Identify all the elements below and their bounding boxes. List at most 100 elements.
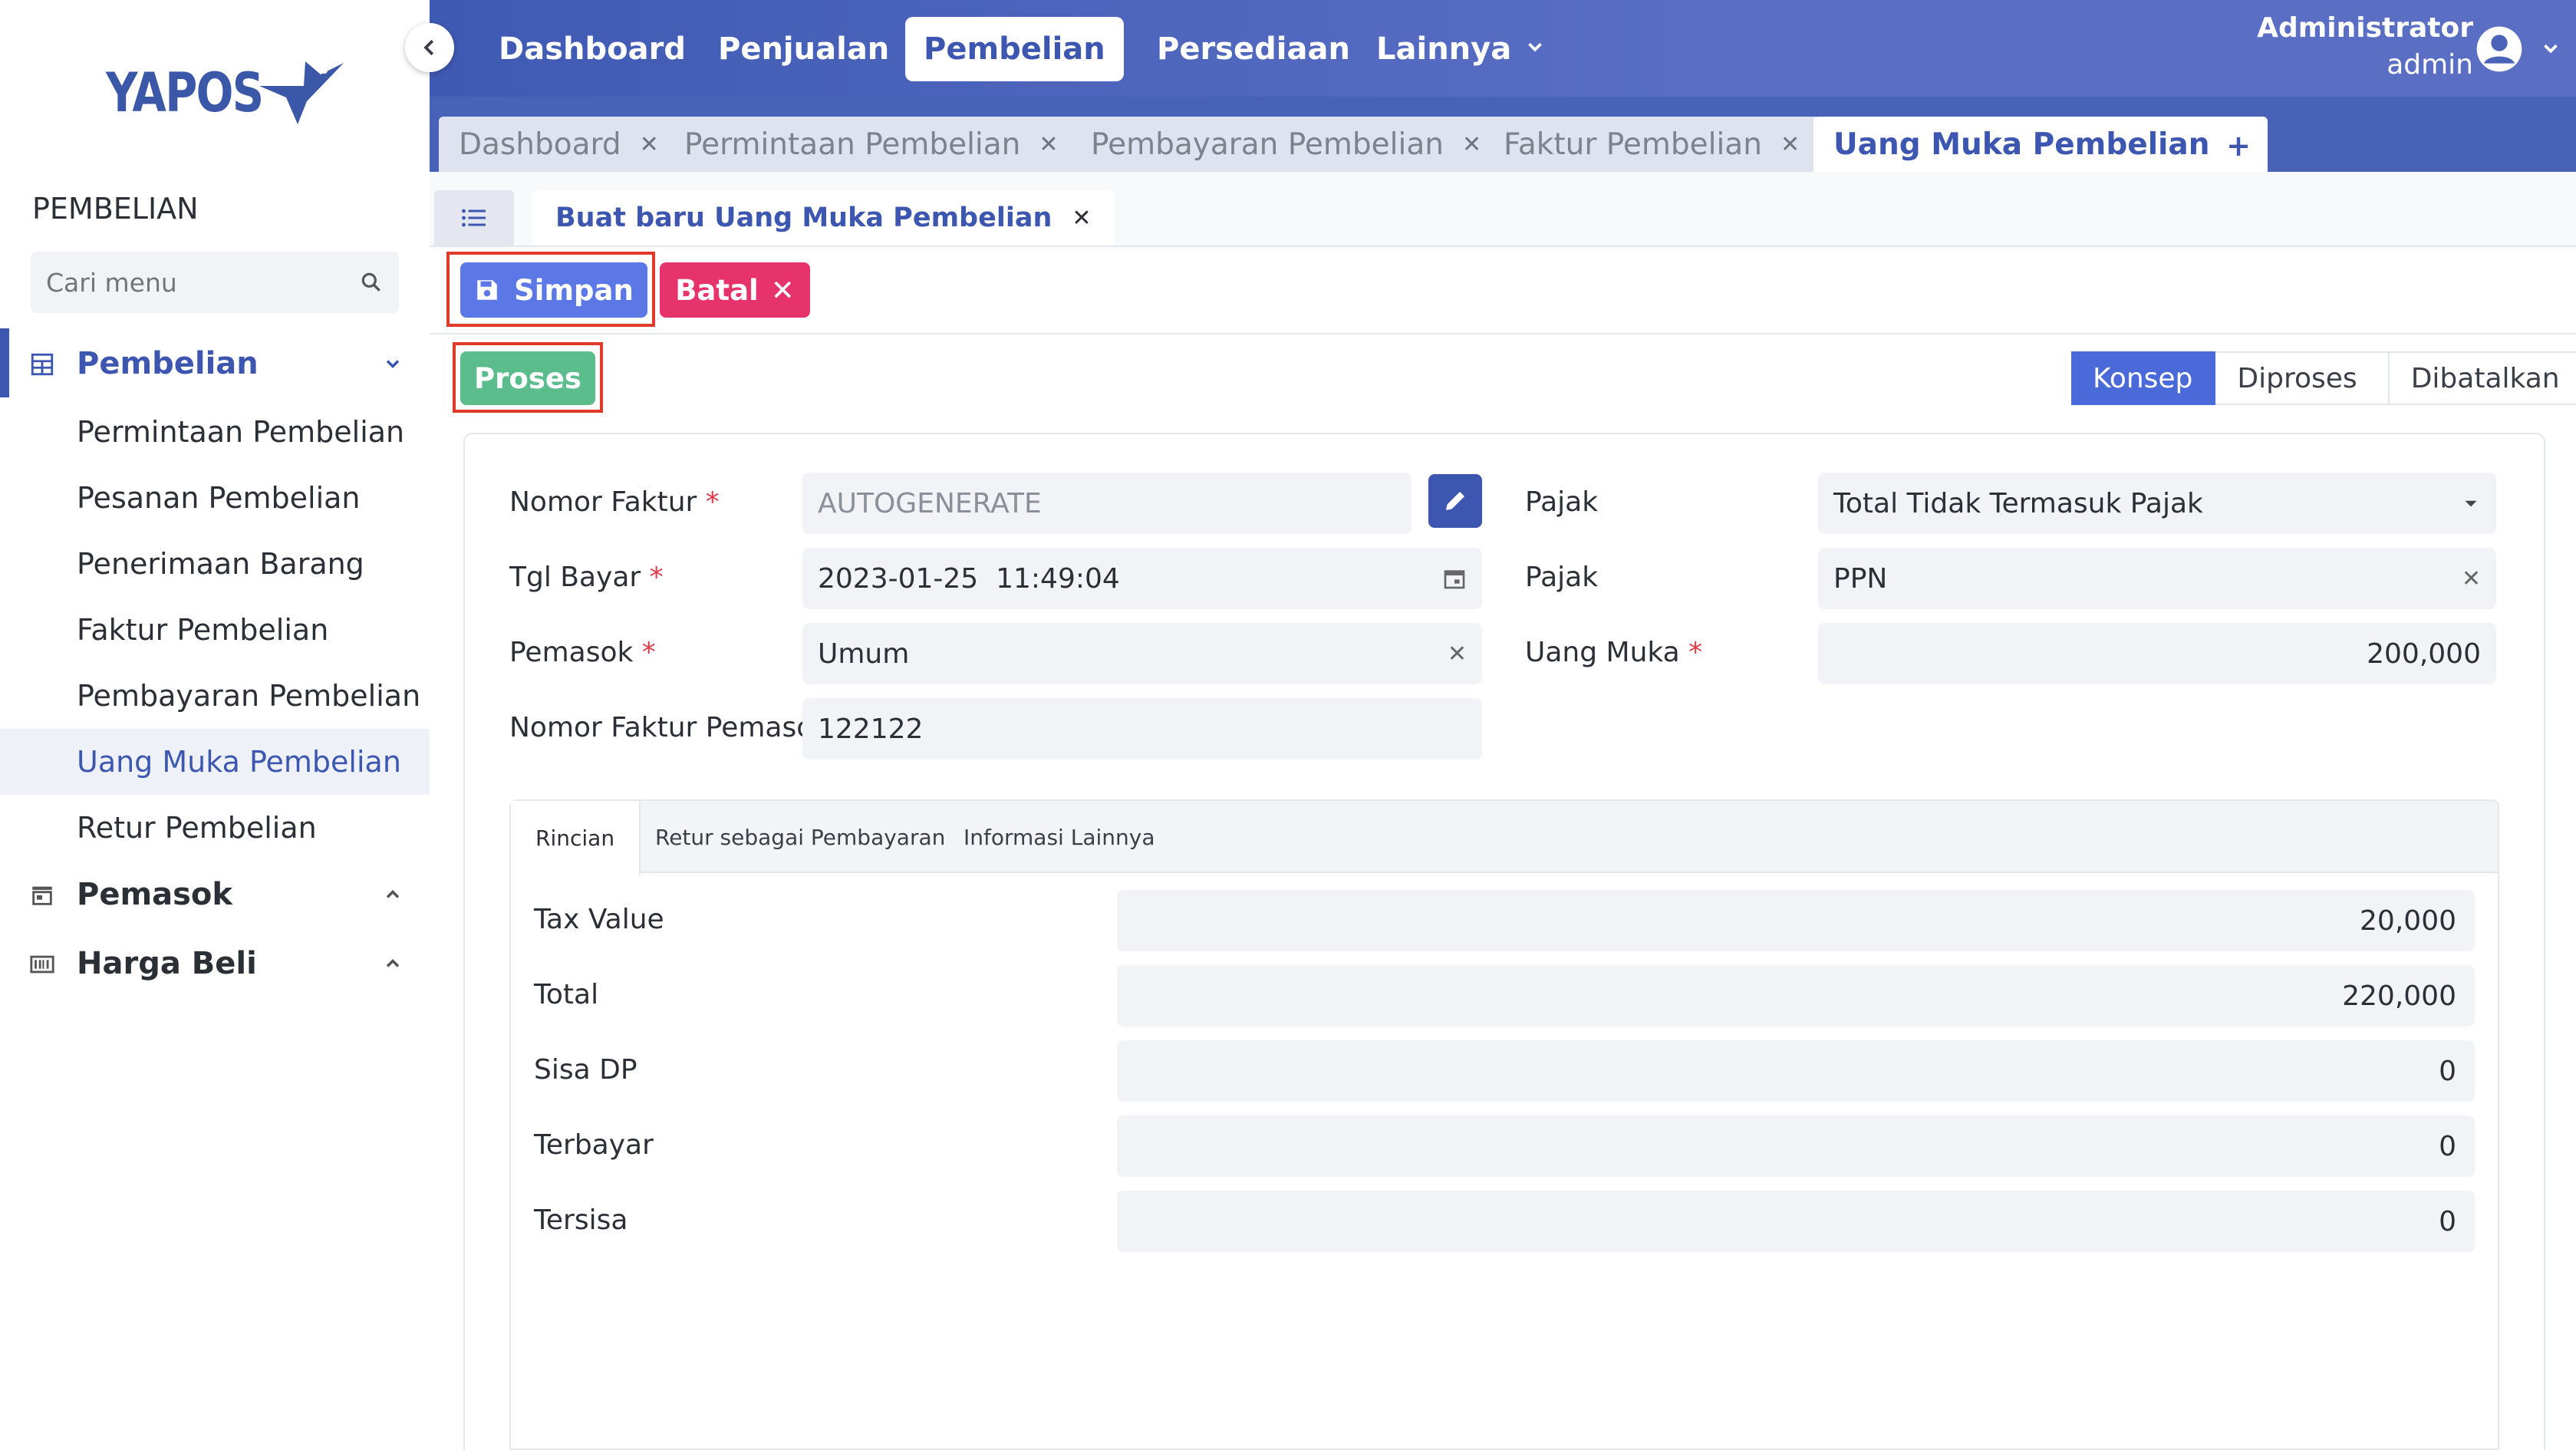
pencil-icon: [1446, 492, 1464, 510]
tab-rincian[interactable]: Rincian: [511, 801, 641, 875]
uang-muka-value: 200,000: [2367, 638, 2481, 670]
menu-search-input[interactable]: [46, 267, 338, 298]
tab-permintaan-pembelian[interactable]: Permintaan Pembelian ✕: [664, 117, 1079, 172]
terbayar-label: Terbayar: [534, 1129, 654, 1161]
tab-retur-sebagai-pembayaran[interactable]: Retur sebagai Pembayaran: [655, 801, 945, 873]
sisa-dp-value: 0: [2439, 1055, 2456, 1087]
list-icon: [462, 209, 486, 227]
close-icon[interactable]: ✕: [1780, 131, 1800, 158]
clear-icon[interactable]: ✕: [1448, 641, 1467, 667]
total-label: Total: [534, 979, 599, 1010]
pajak-label: Pajak: [1525, 562, 1599, 593]
tax-value-field[interactable]: 20,000: [1117, 890, 2475, 951]
topnav-dashboard[interactable]: Dashboard: [480, 17, 704, 81]
edit-nomor-button[interactable]: [1428, 474, 1482, 528]
tgl-bayar-value: 2023-01-25 11:49:04: [818, 562, 1120, 595]
chevron-down-icon[interactable]: [2539, 37, 2562, 60]
tab-uang-muka-pembelian[interactable]: Uang Muka Pembelian✕: [1813, 117, 2268, 172]
new-document-tab[interactable]: Buat baru Uang Muka Pembelian ✕: [532, 190, 1115, 246]
search-icon[interactable]: [359, 270, 384, 295]
sisa-dp-label: Sisa DP: [534, 1054, 637, 1086]
user-avatar-icon[interactable]: [2475, 25, 2524, 74]
sidebar-item-uang-muka-pembelian[interactable]: Uang Muka Pembelian: [0, 729, 430, 795]
tab-informasi-lainnya[interactable]: Informasi Lainnya: [964, 801, 1155, 873]
close-icon[interactable]: ✕: [1462, 131, 1481, 158]
sisa-dp-field[interactable]: 0: [1117, 1040, 2475, 1102]
chevron-down-icon: [386, 360, 400, 368]
process-button[interactable]: Proses: [460, 351, 595, 405]
nomor-faktur-pemasok-field[interactable]: 122122: [802, 698, 1482, 760]
sidebar-collapse-button[interactable]: [405, 23, 454, 72]
chevron-left-icon: [423, 39, 434, 56]
doc-tab-label: Buat baru Uang Muka Pembelian: [555, 203, 1052, 233]
chevron-up-icon: [386, 890, 400, 898]
chevron-up-icon: [386, 959, 400, 967]
user-name[interactable]: Administrator: [2257, 12, 2473, 44]
label-text: Tgl Bayar: [509, 562, 641, 593]
total-value: 220,000: [2342, 980, 2456, 1012]
sidebar-item-permintaan-pembelian[interactable]: Permintaan Pembelian: [0, 399, 430, 465]
close-icon[interactable]: ✕: [1039, 131, 1058, 158]
close-icon: ✕: [770, 273, 795, 307]
close-icon[interactable]: ✕: [640, 131, 659, 158]
sidebar-item-retur-pembelian[interactable]: Retur Pembelian: [0, 795, 430, 861]
tax-value-label: Tax Value: [534, 904, 664, 935]
tgl-bayar-field[interactable]: 2023-01-25 11:49:04: [802, 548, 1482, 609]
nomor-faktur-label: Nomor Faktur *: [509, 486, 720, 518]
save-button[interactable]: Simpan: [460, 262, 647, 318]
topnav-penjualan[interactable]: Penjualan: [700, 17, 908, 81]
sidebar-item-pembayaran-pembelian[interactable]: Pembayaran Pembelian: [0, 663, 430, 729]
sidebar: YAPOS PEMBELIAN Pembelian Permintaan Pem…: [0, 0, 430, 1450]
topnav-lainnya[interactable]: Lainnya: [1358, 17, 1530, 81]
calendar-icon[interactable]: [1442, 566, 1467, 591]
pajak-field[interactable]: PPN ✕: [1818, 548, 2496, 609]
sidebar-item-faktur-pembelian[interactable]: Faktur Pembelian: [0, 597, 430, 663]
total-field[interactable]: 220,000: [1117, 965, 2475, 1027]
sidebar-group-pemasok[interactable]: Pemasok: [0, 861, 430, 928]
close-icon[interactable]: ✕: [1072, 205, 1091, 232]
label-text: Pemasok: [509, 637, 634, 668]
cancel-label: Batal: [675, 273, 759, 307]
clear-icon[interactable]: ✕: [2462, 565, 2481, 592]
sidebar-group-harga-beli[interactable]: Harga Beli: [0, 930, 430, 997]
sidebar-item-penerimaan-barang[interactable]: Penerimaan Barang: [0, 531, 430, 597]
pajak-mode-label: Pajak: [1525, 486, 1599, 518]
list-view-tab[interactable]: [434, 190, 514, 246]
detail-tabs: Rincian Retur sebagai Pembayaran Informa…: [511, 801, 2498, 875]
add-tab-button[interactable]: +: [2220, 127, 2257, 164]
tax-value-value: 20,000: [2360, 905, 2456, 937]
pemasok-label: Pemasok *: [509, 637, 656, 668]
status-dibatalkan: Dibatalkan: [2389, 351, 2576, 405]
nomor-faktur-field[interactable]: AUTOGENERATE: [802, 473, 1412, 534]
cancel-button[interactable]: Batal ✕: [660, 262, 810, 318]
sidebar-group-pembelian[interactable]: Pembelian: [0, 330, 430, 397]
tab-faktur-pembelian[interactable]: Faktur Pembelian ✕: [1484, 117, 1820, 172]
tab-pembayaran-pembelian[interactable]: Pembayaran Pembelian ✕: [1071, 117, 1502, 172]
pajak-mode-value: Total Tidak Termasuk Pajak: [1833, 487, 2203, 519]
tab-dashboard[interactable]: Dashboard ✕: [439, 117, 679, 172]
topnav-persediaan[interactable]: Persediaan: [1138, 17, 1369, 81]
nomor-faktur-value: AUTOGENERATE: [818, 487, 1042, 519]
yapos-logo[interactable]: YAPOS: [106, 61, 344, 124]
pemasok-field[interactable]: Umum ✕: [802, 623, 1482, 684]
logo-text: YAPOS: [106, 61, 264, 124]
pajak-mode-select[interactable]: Total Tidak Termasuk Pajak: [1818, 473, 2496, 534]
table-icon: [31, 353, 54, 376]
pajak-value: PPN: [1833, 562, 1888, 595]
terbayar-field[interactable]: 0: [1117, 1116, 2475, 1177]
uang-muka-field[interactable]: 200,000: [1818, 623, 2496, 684]
label-text: Nomor Faktur: [509, 486, 697, 518]
store-icon: [32, 886, 52, 905]
tab-label: Faktur Pembelian: [1504, 127, 1762, 162]
sidebar-group-label: Pemasok: [77, 877, 233, 912]
sidebar-item-pesanan-pembelian[interactable]: Pesanan Pembelian: [0, 465, 430, 531]
tersisa-field[interactable]: 0: [1117, 1191, 2475, 1252]
menu-search[interactable]: [31, 252, 399, 313]
status-diproses: Diproses: [2215, 351, 2390, 405]
tab-label: Pembayaran Pembelian: [1091, 127, 1444, 162]
topnav-pembelian[interactable]: Pembelian: [905, 17, 1124, 81]
save-label: Simpan: [514, 273, 634, 307]
chevron-down-icon[interactable]: [1524, 35, 1547, 58]
tgl-bayar-label: Tgl Bayar *: [509, 562, 664, 593]
sidebar-section-title: PEMBELIAN: [32, 192, 199, 226]
